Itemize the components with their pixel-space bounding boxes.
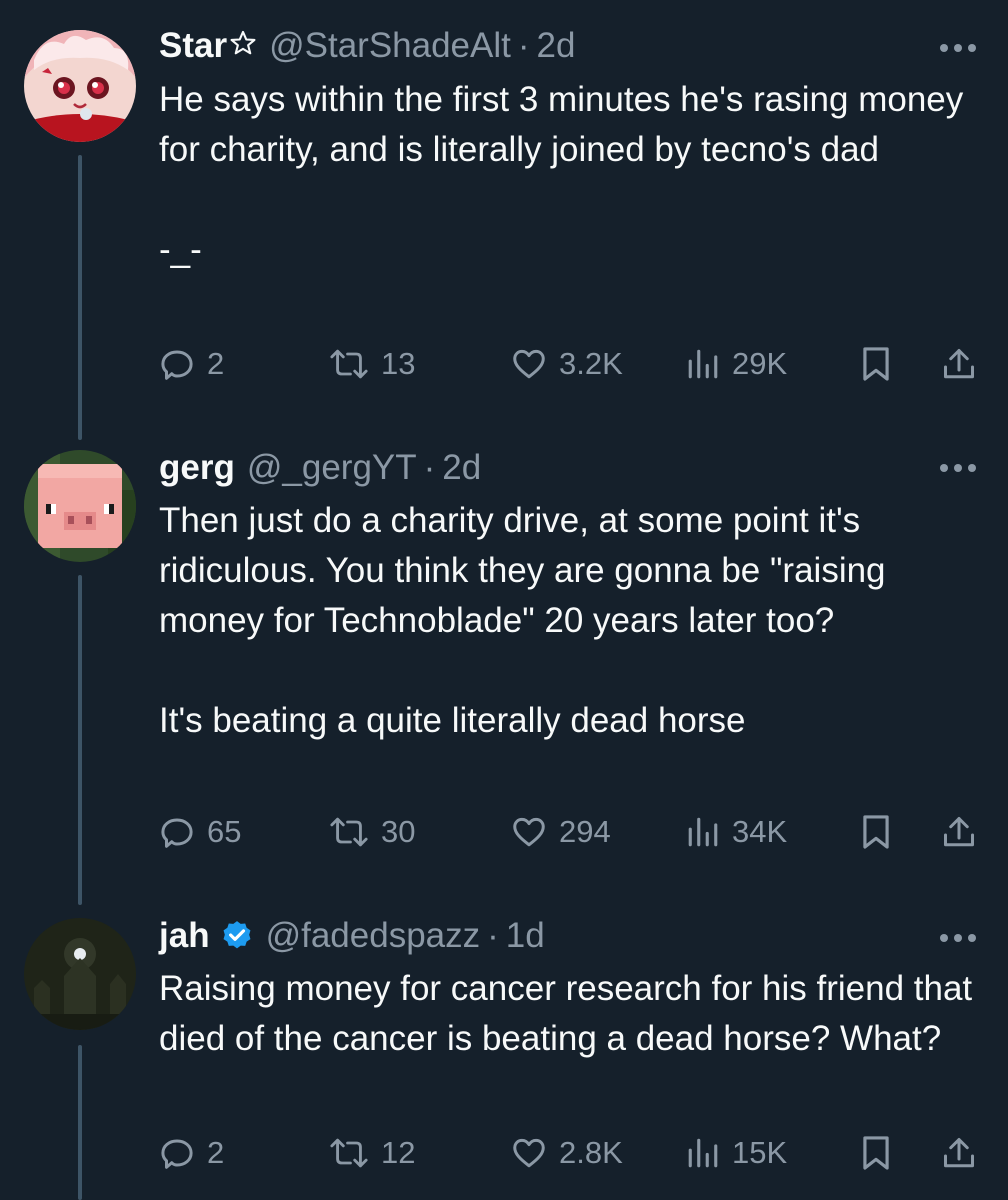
share-button[interactable] (941, 810, 977, 854)
like-button[interactable]: 2.8K (511, 1131, 623, 1175)
tweet-text: Then just do a charity drive, at some po… (159, 501, 886, 740)
like-button[interactable]: 3.2K (511, 342, 623, 386)
view-count: 29K (732, 346, 788, 381)
share-icon (944, 817, 974, 847)
views-chart-icon (688, 1138, 718, 1168)
more-options-icon[interactable] (938, 928, 978, 948)
user-handle[interactable]: @fadedspazz (266, 916, 481, 956)
like-count: 294 (559, 814, 611, 849)
avatar[interactable] (24, 30, 136, 142)
reply-button[interactable]: 2 (159, 342, 224, 386)
action-bar: 2 12 2.8K 15K (159, 1131, 979, 1175)
view-count: 15K (732, 1135, 788, 1170)
share-icon (944, 1138, 974, 1168)
heart-icon (513, 1138, 545, 1168)
tweet-header: Star @StarShadeAlt · 2d (159, 24, 575, 68)
tweet-text: Raising money for cancer research for hi… (159, 969, 982, 1058)
share-button[interactable] (941, 342, 977, 386)
display-name[interactable]: Star (159, 26, 227, 66)
action-bar: 2 13 3.2K 29K (159, 342, 979, 386)
like-button[interactable]: 294 (511, 810, 611, 854)
retweet-icon (330, 817, 368, 847)
views-button[interactable]: 34K (686, 810, 787, 854)
retweet-icon (330, 1138, 368, 1168)
retweet-count: 30 (381, 814, 416, 849)
tweet-header: gerg @_gergYT · 2d (159, 446, 481, 490)
reply-button[interactable]: 65 (159, 810, 241, 854)
bookmark-button[interactable] (859, 342, 893, 386)
avatar[interactable] (24, 450, 136, 562)
user-handle[interactable]: @StarShadeAlt (269, 26, 511, 66)
reply-icon (161, 1139, 193, 1169)
timestamp[interactable]: 2d (442, 448, 481, 488)
reply-button[interactable]: 2 (159, 1131, 224, 1175)
display-name[interactable]: jah (159, 916, 210, 956)
tweet-text: He says within the first 3 minutes he's … (159, 80, 964, 269)
like-count: 2.8K (559, 1135, 623, 1170)
bookmark-icon (863, 1136, 889, 1170)
heart-icon (513, 349, 545, 379)
timestamp[interactable]: 2d (537, 26, 576, 66)
views-chart-icon (688, 817, 718, 847)
retweet-count: 13 (381, 346, 416, 381)
separator-dot: · (423, 448, 436, 487)
views-button[interactable]: 15K (686, 1131, 787, 1175)
verified-badge-icon (220, 919, 254, 953)
timestamp[interactable]: 1d (506, 916, 545, 956)
thread-line (78, 155, 82, 440)
view-count: 34K (732, 814, 788, 849)
views-button[interactable]: 29K (686, 342, 787, 386)
reply-count: 2 (207, 1135, 225, 1170)
heart-icon (513, 817, 545, 847)
bookmark-button[interactable] (859, 810, 893, 854)
thread-line (78, 1045, 82, 1200)
separator-dot: · (517, 26, 530, 65)
action-bar: 65 30 294 34K (159, 810, 979, 854)
share-icon (944, 349, 974, 379)
anime-character-avatar-icon (24, 30, 136, 142)
like-count: 3.2K (559, 346, 623, 381)
retweet-button[interactable]: 12 (329, 1131, 415, 1175)
bookmark-icon (863, 815, 889, 849)
retweet-button[interactable]: 13 (329, 342, 415, 386)
reply-icon (161, 818, 193, 848)
retweet-icon (330, 349, 368, 379)
star-outline-icon (229, 26, 257, 66)
more-options-icon[interactable] (938, 458, 978, 478)
bookmark-icon (863, 347, 889, 381)
bookmark-button[interactable] (859, 1131, 893, 1175)
retweet-count: 12 (381, 1135, 416, 1170)
more-options-icon[interactable] (938, 38, 978, 58)
reply-icon (161, 350, 193, 380)
tweet-header: jah @fadedspazz · 1d (159, 914, 545, 958)
views-chart-icon (688, 349, 718, 379)
dark-castle-moon-avatar-icon (24, 918, 136, 1030)
reply-count: 65 (207, 814, 242, 849)
share-button[interactable] (941, 1131, 977, 1175)
reply-count: 2 (207, 346, 225, 381)
thread-line (78, 575, 82, 905)
avatar[interactable] (24, 918, 136, 1030)
user-handle[interactable]: @_gergYT (247, 448, 417, 488)
retweet-button[interactable]: 30 (329, 810, 415, 854)
minecraft-pig-avatar-icon (24, 450, 136, 562)
separator-dot: · (487, 916, 499, 955)
display-name[interactable]: gerg (159, 448, 235, 488)
